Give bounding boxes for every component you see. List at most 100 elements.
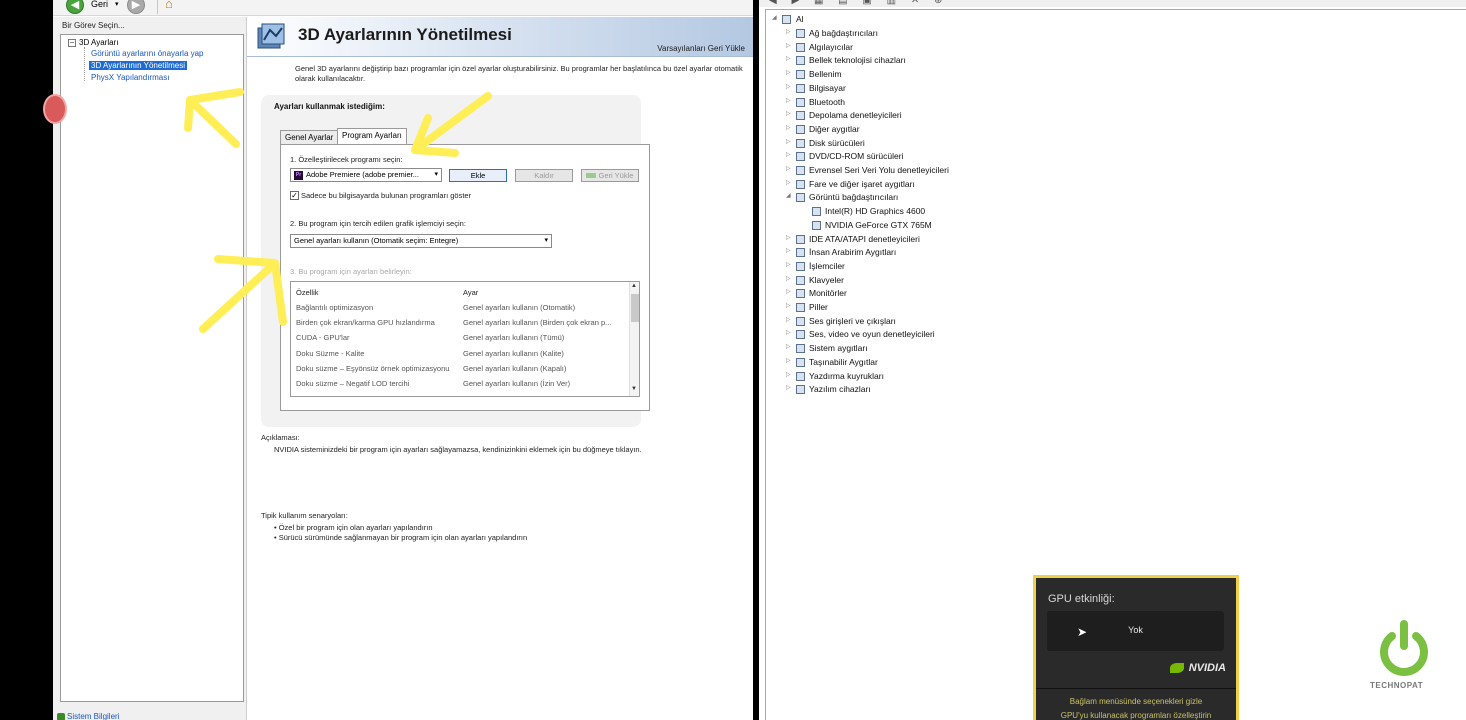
gpu-popup-panel: GPU etkinliği: ➤ Yok NVIDIA Bağlam menüs… <box>1036 578 1236 720</box>
back-dropdown-icon[interactable]: ▾ <box>115 0 119 8</box>
device-category-label: Ses girişleri ve çıkışları <box>809 315 896 326</box>
scroll-up-icon[interactable]: ▲ <box>631 283 637 289</box>
network-icon <box>796 29 805 38</box>
tab-general-settings[interactable]: Genel Ayarlar <box>280 130 339 145</box>
expanded-arrow-icon[interactable]: ◢ <box>772 14 780 21</box>
nav-toolbar: ◀ Geri ▾ ▶ ⌂ <box>53 0 753 16</box>
table-cell-feature[interactable]: Bağlantılı optimizasyon <box>296 303 373 312</box>
page-title: 3D Ayarlarının Yönetilmesi <box>298 25 512 44</box>
customize-programs-link[interactable]: GPU'yu kullanacak programları özelleştir… <box>1036 711 1236 720</box>
collapsed-arrow-icon[interactable]: ▷ <box>786 247 794 254</box>
table-cell-feature[interactable]: Doku Süzme - Kalite <box>296 349 364 358</box>
collapsed-arrow-icon[interactable]: ▷ <box>786 343 794 350</box>
table-cell-feature[interactable]: Doku süzme – Negatif LOD tercihi <box>296 379 409 388</box>
collapsed-arrow-icon[interactable]: ▷ <box>786 69 794 76</box>
collapsed-arrow-icon[interactable]: ▷ <box>786 42 794 49</box>
collapsed-arrow-icon[interactable]: ▷ <box>786 384 794 391</box>
device-category-label: Depolama denetleyicileri <box>809 110 902 121</box>
collapsed-arrow-icon[interactable]: ▷ <box>786 28 794 35</box>
usb-icon <box>796 166 805 175</box>
popup-divider <box>1036 688 1236 689</box>
table-scrollbar[interactable]: ▲ ▼ <box>629 282 639 396</box>
collapsed-arrow-icon[interactable]: ▷ <box>786 55 794 62</box>
remove-button[interactable]: Kaldır <box>515 169 573 182</box>
back-button-label[interactable]: Geri <box>91 0 108 9</box>
device-category-label: Bilgisayar <box>809 82 846 93</box>
add-button[interactable]: Ekle <box>449 169 507 182</box>
table-cell-feature[interactable]: Doku süzme – Eşyönsüz örnek optimizasyon… <box>296 364 449 373</box>
task-tree: − 3D Ayarları Görüntü ayarlarını önayarl… <box>60 34 244 702</box>
collapsed-arrow-icon[interactable]: ▷ <box>786 357 794 364</box>
restore-defaults-link[interactable]: Varsayılanları Geri Yükle <box>657 44 745 53</box>
scrollbar-thumb[interactable] <box>631 294 639 322</box>
table-cell-setting[interactable]: Genel ayarları kullanın (Tümü) <box>463 333 564 342</box>
show-only-checkbox[interactable]: ✓ <box>290 191 299 200</box>
toolbar-icons[interactable]: ◀ ▶ ▦ ▤ ▣ ▥ ✕ ⊕ <box>769 0 948 6</box>
collapsed-arrow-icon[interactable]: ▷ <box>786 179 794 186</box>
tree-item-physx[interactable]: PhysX Yapılandırması <box>91 73 169 82</box>
collapsed-arrow-icon[interactable]: ▷ <box>786 261 794 268</box>
tree-item-manage-3d[interactable]: 3D Ayarlarının Yönetilmesi <box>89 61 187 70</box>
display-adapter-icon <box>812 207 821 217</box>
computer-icon <box>796 83 805 93</box>
keyboard-icon <box>796 275 805 285</box>
graphics-processor-select[interactable]: Genel ayarları kullanın (Otomatik seçim:… <box>290 234 552 248</box>
collapsed-arrow-icon[interactable]: ▷ <box>786 288 794 295</box>
table-cell-setting[interactable]: Genel ayarları kullanın (Birden çok ekra… <box>463 318 611 327</box>
scroll-down-icon[interactable]: ▼ <box>631 386 637 392</box>
collapsed-arrow-icon[interactable]: ▷ <box>786 275 794 282</box>
battery-icon <box>796 303 805 312</box>
collapsed-arrow-icon[interactable]: ▷ <box>786 124 794 131</box>
tree-root-3d-settings[interactable]: 3D Ayarları <box>79 38 118 47</box>
collapse-icon[interactable]: − <box>68 39 76 47</box>
task-panel-title: Bir Görev Seçin... <box>62 21 125 30</box>
collapsed-arrow-icon[interactable]: ▷ <box>786 234 794 241</box>
device-category-label: Sistem aygıtları <box>809 343 868 354</box>
main-panel: 3D Ayarlarının Yönetilmesi Varsayılanlar… <box>247 17 753 720</box>
sensor-icon <box>796 42 805 52</box>
collapsed-arrow-icon[interactable]: ▷ <box>786 151 794 158</box>
scenarios-title: Tipik kullanım senaryoları: <box>261 511 348 520</box>
collapsed-arrow-icon[interactable]: ▷ <box>786 110 794 117</box>
red-record-icon <box>43 94 67 124</box>
collapsed-arrow-icon[interactable]: ▷ <box>786 97 794 104</box>
table-cell-setting[interactable]: Genel ayarları kullanın (Otomatik) <box>463 303 575 312</box>
table-cell-setting[interactable]: Genel ayarları kullanın (İzin Ver) <box>463 379 570 388</box>
collapsed-arrow-icon[interactable]: ▷ <box>786 329 794 336</box>
collapsed-arrow-icon[interactable]: ▷ <box>786 83 794 90</box>
toolbar-divider <box>157 0 158 14</box>
system-info-link[interactable]: Sistem Bilgileri <box>67 712 119 720</box>
computer-icon <box>782 15 791 24</box>
collapsed-arrow-icon[interactable]: ▷ <box>786 316 794 323</box>
step1-label: 1. Özelleştirilecek programı seçin: <box>290 155 403 164</box>
collapsed-arrow-icon[interactable]: ▷ <box>786 302 794 309</box>
expanded-arrow-icon[interactable]: ◢ <box>786 192 794 199</box>
collapsed-arrow-icon[interactable]: ▷ <box>786 165 794 172</box>
table-cell-feature[interactable]: Birden çok ekran/karma GPU hızlandırma <box>296 318 435 327</box>
program-select[interactable]: Pr Adobe Premiere (adobe premier... ▾ <box>290 168 442 182</box>
table-cell-feature[interactable]: CUDA - GPU'lar <box>296 333 350 342</box>
scenario-item: • Sürücü sürümünde sağlanmayan bir progr… <box>274 533 528 542</box>
device-category-label: Bellek teknolojisi cihazları <box>809 55 906 66</box>
tab-program-settings[interactable]: Program Ayarları <box>337 128 407 145</box>
program-select-value: Adobe Premiere (adobe premier... <box>306 170 419 179</box>
back-arrow-icon[interactable]: ◀ <box>66 0 84 14</box>
hide-options-link[interactable]: Bağlam menüsünde seçenekleri gizle <box>1036 697 1236 706</box>
forward-arrow-icon[interactable]: ▶ <box>127 0 145 14</box>
collapsed-arrow-icon[interactable]: ▷ <box>786 371 794 378</box>
table-cell-setting[interactable]: Genel ayarları kullanın (Kapalı) <box>463 364 566 373</box>
device-manager-toolbar: ◀ ▶ ▦ ▤ ▣ ▥ ✕ ⊕ <box>759 0 1466 7</box>
intro-text: Genel 3D ayarlarını değiştirip bazı prog… <box>295 64 743 83</box>
table-cell-setting[interactable]: Genel ayarları kullanın (Kalite) <box>463 349 564 358</box>
tree-item-image-presets[interactable]: Görüntü ayarlarını önayarla yap <box>91 49 204 58</box>
device-category-label: Klavyeler <box>809 274 844 285</box>
collapsed-arrow-icon[interactable]: ▷ <box>786 138 794 145</box>
ide-icon <box>796 234 805 244</box>
system-info-icon <box>57 713 65 720</box>
restore-button[interactable]: Geri Yükle <box>581 169 639 182</box>
device-category-label: Piller <box>809 302 828 312</box>
memory-icon <box>796 56 805 66</box>
settings-table: Özellik Ayar Bağlantılı optimizasyon Gen… <box>290 281 640 397</box>
home-icon[interactable]: ⌂ <box>165 0 181 11</box>
device-category-label: Bluetooth <box>809 96 845 107</box>
